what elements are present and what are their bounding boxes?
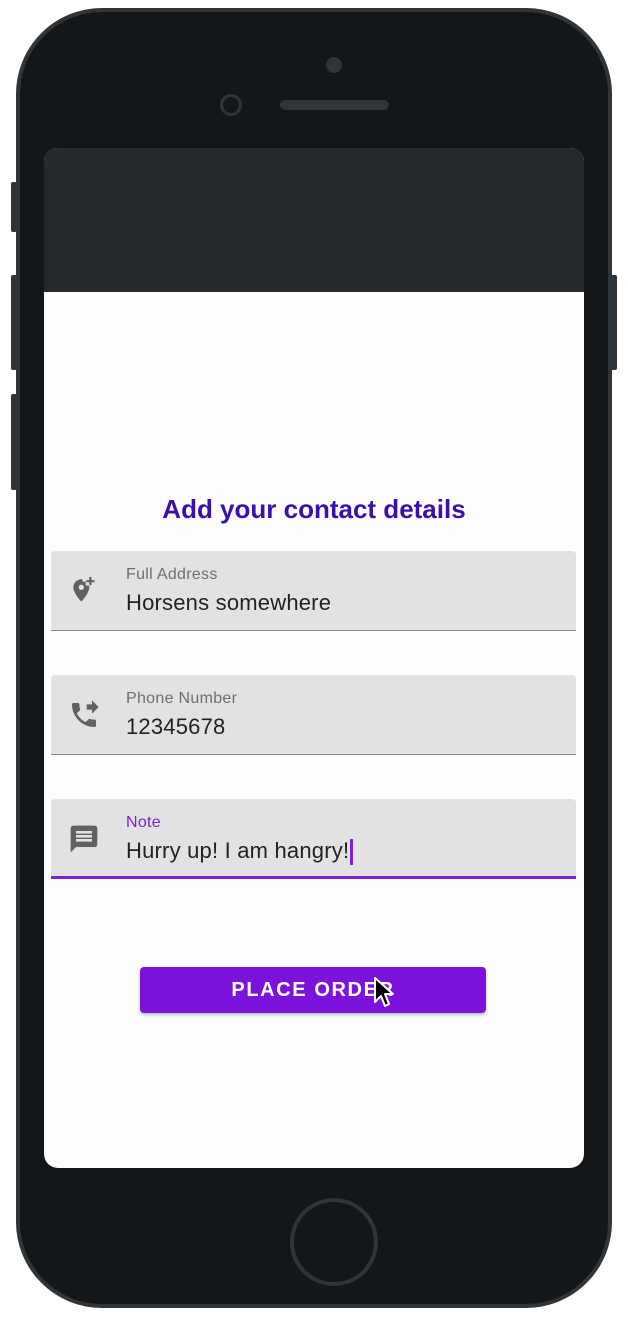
home-button[interactable]: [290, 1198, 378, 1286]
note-field[interactable]: Note Hurry up! I am hangry!: [51, 799, 576, 879]
address-label: Full Address: [126, 566, 218, 583]
phone-label: Phone Number: [126, 690, 238, 707]
proximity-sensor: [326, 57, 342, 73]
power-button: [611, 275, 617, 370]
text-caret: [350, 839, 354, 866]
address-field[interactable]: Full Address Horsens somewhere: [51, 551, 576, 631]
note-value[interactable]: Hurry up! I am hangry!: [126, 838, 354, 866]
add-location-icon: [73, 577, 95, 602]
mouse-pointer-icon: [374, 977, 394, 1007]
status-app-bar: [44, 148, 584, 292]
note-text: Hurry up! I am hangry!: [126, 838, 350, 863]
front-camera-icon: [220, 94, 242, 116]
mute-switch: [11, 182, 17, 232]
app-screen: Add your contact details Full Address Ho…: [44, 148, 584, 1168]
volume-up-button: [11, 275, 17, 370]
earpiece-speaker: [280, 100, 389, 110]
phone-value[interactable]: 12345678: [126, 714, 225, 740]
phone-forwarded-icon: [72, 700, 99, 727]
volume-down-button: [11, 394, 17, 490]
address-value[interactable]: Horsens somewhere: [126, 590, 331, 616]
message-icon: [70, 825, 98, 853]
place-order-button[interactable]: PLACE ORDER: [140, 967, 486, 1013]
note-label: Note: [126, 814, 161, 831]
phone-field[interactable]: Phone Number 12345678: [51, 675, 576, 755]
page-title: Add your contact details: [162, 494, 466, 524]
